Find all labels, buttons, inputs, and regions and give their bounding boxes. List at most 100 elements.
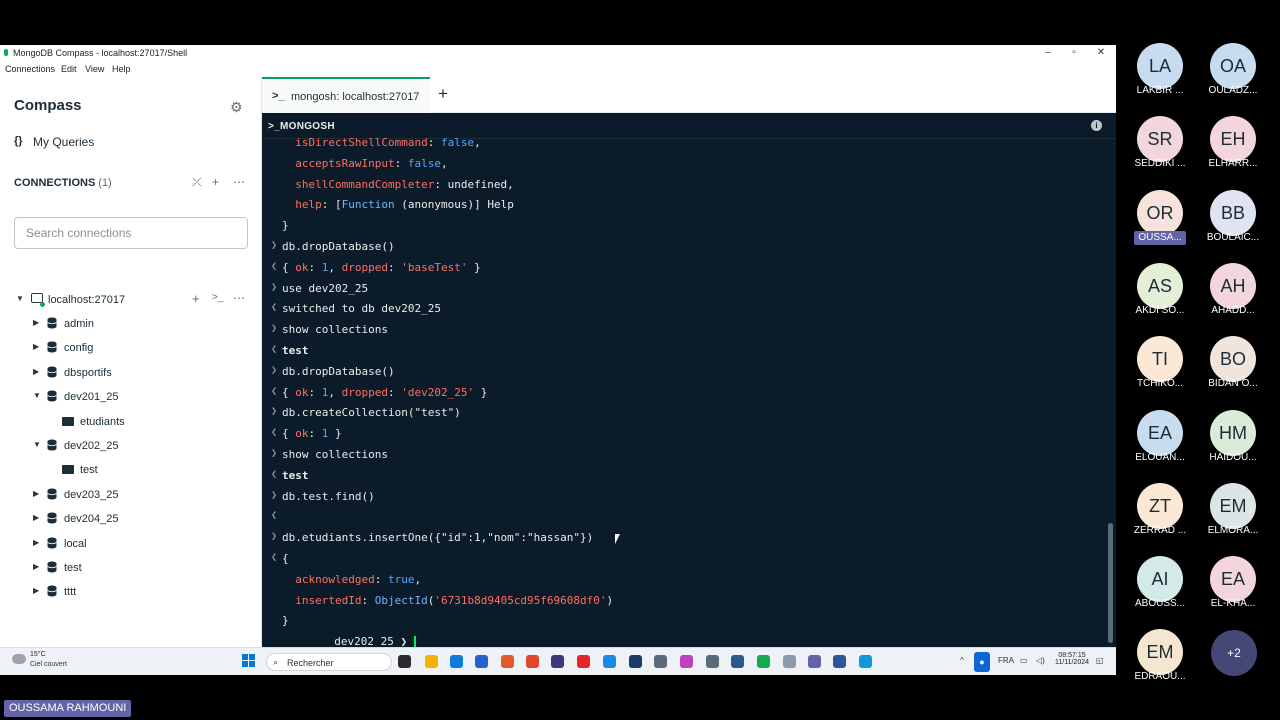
volume-icon[interactable]: ◁) [1036,656,1045,665]
notification-icon[interactable]: ◱ [1096,656,1104,665]
collapse-connections-icon[interactable]: ⤫ [192,175,202,190]
microphone-icon[interactable]: ● [974,652,990,672]
caret-right-icon[interactable]: ▶ [33,367,39,376]
store-icon[interactable] [475,655,488,668]
app-icon[interactable] [551,655,564,668]
more-participants-button[interactable]: +2 [1211,630,1257,676]
sidebar-db-dev204_25[interactable]: ▶ dev204_25 [0,508,261,530]
sidebar-db-dbsportifs[interactable]: ▶ dbsportifs [0,362,261,384]
participant-tile[interactable]: AH AHADD... [1198,262,1268,333]
caret-right-icon[interactable]: ▶ [33,318,39,327]
participant-tile[interactable]: EA ELOUAN... [1125,409,1195,480]
shell-scrollbar[interactable] [1108,523,1113,643]
sidebar-db-local[interactable]: ▶ local [0,533,261,555]
teams-icon[interactable] [808,655,821,668]
menu-edit[interactable]: Edit [61,64,77,74]
caret-right-icon[interactable]: ▶ [33,586,39,595]
app-icon[interactable] [731,655,744,668]
edge-icon[interactable] [450,655,463,668]
mongosh-shell[interactable]: >_MONGOSH i isDirectShellCommand: false,… [262,113,1116,647]
input-language[interactable]: FRA [998,656,1014,665]
participant-tile[interactable]: AI ABOUSS... [1125,556,1195,626]
shell-token: { [282,385,296,399]
info-icon[interactable]: i [1091,120,1102,131]
terminal-app-icon[interactable] [629,655,642,668]
shell-prompt-line[interactable]: dev202_25 ❯ [268,622,416,647]
app-icon[interactable] [680,655,693,668]
menu-help[interactable]: Help [112,64,131,74]
settings-icon[interactable] [706,655,719,668]
menu-connections[interactable]: Connections [5,64,55,74]
maximize-button[interactable]: ▫ [1061,46,1087,60]
word-icon[interactable] [833,655,846,668]
participant-tile[interactable]: EH ELHARR... [1198,116,1268,186]
sidebar-collection-etudiants[interactable]: etudiants [0,411,261,433]
app-icon[interactable] [654,655,667,668]
folder-icon [62,465,74,475]
sidebar-collection-test[interactable]: test [0,459,261,481]
caret-down-icon[interactable]: ▼ [33,391,41,400]
caret-right-icon[interactable]: ▶ [33,489,39,498]
add-connection-icon[interactable]: + [212,175,219,189]
caret-right-icon[interactable]: ▶ [33,513,39,522]
close-button[interactable]: ✕ [1088,46,1114,60]
sidebar-db-admin[interactable]: ▶ admin [0,313,261,335]
weather-condition[interactable]: Ciel couvert [30,661,67,668]
vscode-icon[interactable] [603,655,616,668]
tray-chevron-icon[interactable]: ^ [960,656,964,665]
caret-right-icon[interactable]: ▶ [33,342,39,351]
participant-tile[interactable]: LA LAKBIR ... [1125,43,1195,113]
connections-more-icon[interactable]: ⋯ [233,175,245,189]
taskbar-search[interactable]: ⌕ Rechercher [266,653,392,671]
participant-tile[interactable]: ZT ZERRAD ... [1125,482,1195,553]
app-icon[interactable] [859,655,872,668]
connections-label: CONNECTIONS [14,177,96,189]
sidebar-db-test[interactable]: ▶ test [0,557,261,579]
caret-down-icon[interactable]: ▼ [16,294,24,303]
open-shell-icon[interactable]: >_ [212,292,223,303]
create-database-icon[interactable]: + [192,291,200,306]
search-connections-input[interactable] [14,217,248,249]
participant-tile[interactable]: AS AKDI SO... [1125,262,1195,333]
opera-icon[interactable] [577,655,590,668]
taskbar-clock[interactable]: 08:57:15 11/11/2024 [1055,652,1089,666]
participant-tile[interactable]: SR SEDDIKI ... [1125,116,1195,186]
shell-token: acceptsRawInput [282,156,395,170]
windows-start-icon[interactable] [242,654,256,668]
weather-temperature[interactable]: 15°C [30,651,46,658]
participant-tile[interactable]: HM HAIDOU... [1198,409,1268,480]
caret-right-icon[interactable]: ▶ [33,562,39,571]
network-icon[interactable]: ▭ [1020,656,1028,665]
participant-tile[interactable]: OA OULADZ... [1198,43,1268,113]
sidebar-db-tttt[interactable]: ▶ tttt [0,581,261,603]
settings-gear-icon[interactable]: ⚙ [230,99,243,116]
app-icon[interactable] [783,655,796,668]
photos-icon[interactable] [501,655,514,668]
db-label: admin [64,318,94,330]
file-explorer-icon[interactable] [425,655,438,668]
shell-token: , [414,572,422,586]
menu-view[interactable]: View [85,64,104,74]
chrome-icon[interactable] [526,655,539,668]
sidebar-db-dev203_25[interactable]: ▶ dev203_25 [0,484,261,506]
add-tab-button[interactable]: + [438,84,448,104]
minimize-button[interactable]: – [1035,46,1061,60]
my-queries-link[interactable]: My Queries [33,135,94,149]
participant-tile[interactable]: EM EDRAOU... [1125,629,1195,699]
caret-down-icon[interactable]: ▼ [33,440,41,449]
sidebar-db-dev201_25[interactable]: ▼ dev201_25 [0,386,261,408]
participant-tile[interactable]: BO BIDAN O... [1198,336,1268,406]
tab-mongosh[interactable]: >_ mongosh: localhost:27017 [262,77,430,113]
participant-tile[interactable]: OR OUSSA... [1125,189,1195,260]
sidebar-db-dev202_25[interactable]: ▼ dev202_25 [0,435,261,457]
connection-more-icon[interactable]: ⋯ [233,291,245,305]
participant-tile[interactable]: EA EL-KHA... [1198,556,1268,626]
participant-tile[interactable]: BB BOULAIC... [1198,189,1268,260]
participant-tile[interactable]: EM ELMORA... [1198,482,1268,553]
compass-app-icon[interactable] [757,655,770,668]
participant-tile[interactable]: TI TCHIKO... [1125,336,1195,406]
task-view-icon[interactable] [398,655,411,668]
sidebar-db-config[interactable]: ▶ config [0,337,261,359]
connection-row-localhost[interactable]: ▼ localhost:27017 + >_ ⋯ [0,289,261,311]
caret-right-icon[interactable]: ▶ [33,538,39,547]
